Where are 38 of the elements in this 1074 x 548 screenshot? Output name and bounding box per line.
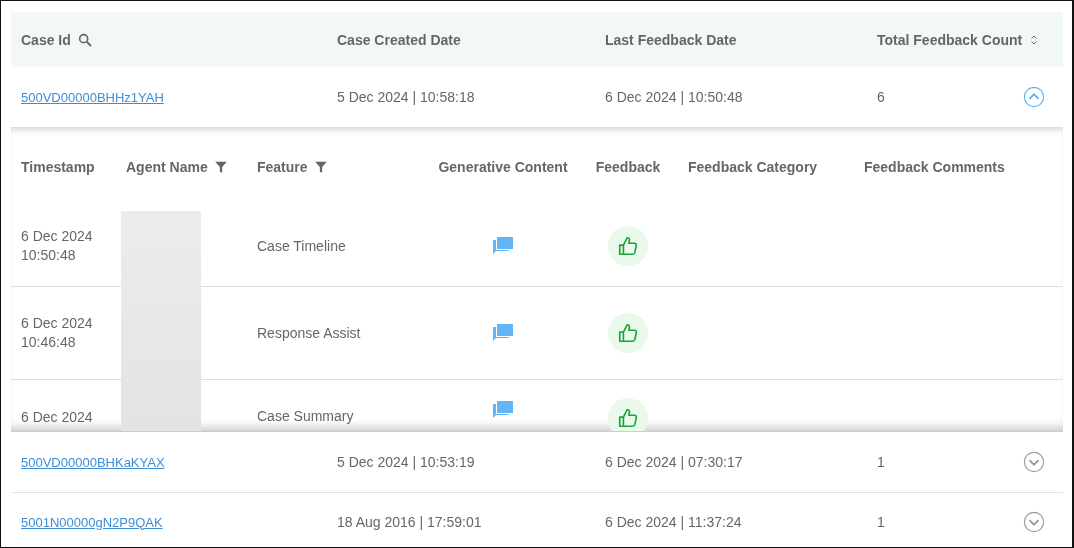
- case-id-link[interactable]: 500VD00000BHHz1YAH: [21, 90, 164, 105]
- column-header: Case Id: [21, 31, 71, 48]
- column-header: Case Created Date: [337, 31, 461, 48]
- table-cell-text: 1: [877, 454, 886, 470]
- table-cell-text: 5 Dec 2024 | 10:58:18: [337, 89, 476, 105]
- table-cell-text: Case Timeline: [257, 238, 347, 254]
- table-cell-text: 1: [877, 513, 886, 530]
- table-cell-text: 6: [877, 89, 886, 105]
- expand-chevron-icon[interactable]: [1023, 451, 1045, 473]
- table-cell-text: 6 Dec 2024 10:50:48: [21, 227, 94, 265]
- column-header: Last Feedback Date: [605, 31, 737, 48]
- table-cell-text: 18 Aug 2016 | 17:59:01: [337, 513, 483, 530]
- table-cell-text: Response Assist: [257, 325, 362, 341]
- column-header: Timestamp: [21, 159, 95, 175]
- filter-icon[interactable]: [313, 160, 328, 174]
- table-cell-text: 6 Dec 2024 | 11:37:24: [605, 513, 743, 530]
- table-cell-text: 6 Dec 2024 10:46:48: [21, 314, 94, 352]
- column-header: Generative Content: [438, 159, 568, 175]
- table-cell-text: Case Summary: [257, 408, 355, 424]
- table-cell-text: 5 Dec 2024 | 10:53:19: [337, 454, 476, 470]
- column-header: Feedback Category: [688, 159, 818, 175]
- column-header: Total Feedback Count: [877, 31, 1023, 48]
- table-cell-text: 6 Dec 2024 | 07:30:17: [605, 454, 744, 470]
- search-icon[interactable]: [76, 31, 93, 48]
- thumbs-up-icon: [617, 407, 639, 429]
- case-id-link[interactable]: 5001N00000gN2P9QAK: [21, 514, 163, 530]
- table-cell-text: 6 Dec 2024: [21, 408, 94, 427]
- collapse-chevron-icon[interactable]: [1023, 86, 1045, 108]
- filter-icon[interactable]: [213, 160, 228, 174]
- column-header: Feedback Comments: [864, 159, 1005, 175]
- expand-chevron-icon[interactable]: [1023, 510, 1045, 533]
- thumbs-up-icon: [617, 322, 639, 344]
- case-id-link[interactable]: 500VD00000BHKaKYAX: [21, 455, 165, 470]
- column-header: Agent Name: [126, 159, 208, 175]
- column-header: Feature: [257, 159, 308, 175]
- thumbs-up-icon: [617, 235, 639, 257]
- column-header: Feedback: [595, 159, 661, 175]
- table-cell-text: 6 Dec 2024 | 10:50:48: [605, 89, 744, 105]
